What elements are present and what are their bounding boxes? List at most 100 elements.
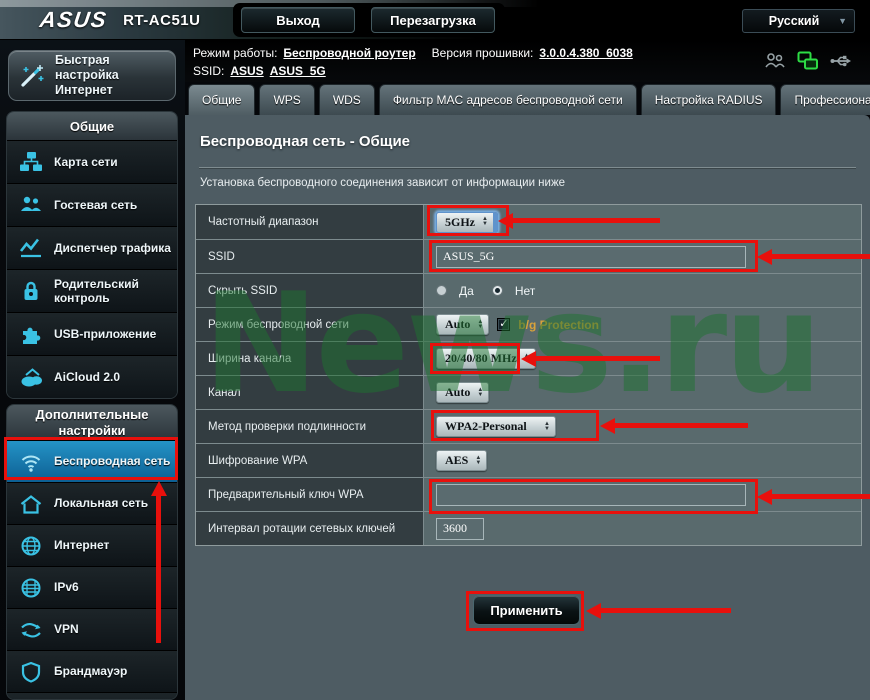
sidebar-item-partial xyxy=(7,692,177,700)
sidebar: Быстрая настройка Интернет Общие Карта с… xyxy=(0,40,185,700)
table-row: Ширина канала 20/40/80 MHz xyxy=(196,341,861,375)
sidebar-item-label: Диспетчер трафика xyxy=(54,241,171,255)
ssid-input[interactable] xyxy=(436,246,746,268)
ssid-24g-link[interactable]: ASUS xyxy=(230,64,263,78)
field-label: Канал xyxy=(196,376,424,409)
sidebar-item-label: Беспроводная сеть xyxy=(54,454,170,468)
clients-icon[interactable] xyxy=(764,51,786,71)
select-value: Auto xyxy=(445,385,470,400)
firmware-label: Версия прошивки: xyxy=(432,46,534,60)
sidebar-item-vpn[interactable]: VPN xyxy=(7,608,177,650)
content-panel: Беспроводная сеть - Общие Установка бесп… xyxy=(185,115,870,700)
spinner-icon xyxy=(477,320,483,330)
select-value: AES xyxy=(445,453,468,468)
apply-button[interactable]: Применить xyxy=(473,595,580,625)
sidebar-item-wireless[interactable]: Беспроводная сеть xyxy=(7,440,177,482)
sidebar-item-lan[interactable]: Локальная сеть xyxy=(7,482,177,524)
lan-status-icon[interactable] xyxy=(797,51,819,71)
ssid-5g-link[interactable]: ASUS_5G xyxy=(270,64,326,78)
sidebar-item-label: AiCloud 2.0 xyxy=(54,370,120,384)
field-label: Интервал ротации сетевых ключей xyxy=(196,512,424,545)
usb-status-icon[interactable] xyxy=(830,51,852,71)
select-value: 20/40/80 MHz xyxy=(445,351,517,366)
sidebar-item-label: Карта сети xyxy=(54,155,118,169)
tab-general[interactable]: Общие xyxy=(188,84,255,115)
table-row: Канал Auto xyxy=(196,375,861,409)
tab-bar: Общие WPS WDS Фильтр MAC адресов беспров… xyxy=(188,83,870,115)
magic-wand-icon xyxy=(17,63,47,89)
field-label: Шифрование WPA xyxy=(196,444,424,477)
tab-mac-filter[interactable]: Фильтр MAC адресов беспроводной сети xyxy=(379,84,637,115)
mode-label: Режим работы: xyxy=(193,46,277,60)
spinner-icon xyxy=(477,388,483,398)
sidebar-item-wan[interactable]: Интернет xyxy=(7,524,177,566)
reboot-button[interactable]: Перезагрузка xyxy=(371,7,495,33)
divider xyxy=(199,167,856,168)
sidebar-item-network-map[interactable]: Карта сети xyxy=(7,140,177,183)
spinner-icon xyxy=(544,422,550,432)
wireless-mode-select[interactable]: Auto xyxy=(436,314,489,335)
sidebar-section-advanced: Дополнительные настройки Беспроводная се… xyxy=(6,404,178,700)
sidebar-item-aicloud[interactable]: AiCloud 2.0 xyxy=(7,355,177,398)
channel-bandwidth-select[interactable]: 20/40/80 MHz xyxy=(436,348,536,369)
select-value: 5GHz xyxy=(445,215,475,230)
sidebar-item-firewall[interactable]: Брандмауэр xyxy=(7,650,177,692)
sidebar-item-ipv6[interactable]: IPv6 xyxy=(7,566,177,608)
sidebar-item-guest-network[interactable]: Гостевая сеть xyxy=(7,183,177,226)
network-map-icon xyxy=(16,151,46,173)
puzzle-icon xyxy=(16,323,46,345)
wpa-encryption-select[interactable]: AES xyxy=(436,450,487,471)
sidebar-item-usb-application[interactable]: USB-приложение xyxy=(7,312,177,355)
sidebar-item-label: Локальная сеть xyxy=(54,496,148,510)
quick-setup-button[interactable]: Быстрая настройка Интернет xyxy=(8,50,176,101)
lock-icon xyxy=(16,280,46,302)
field-label: Скрыть SSID xyxy=(196,274,424,307)
spinner-icon xyxy=(482,217,488,227)
table-row: SSID xyxy=(196,239,861,273)
sidebar-item-parental-control[interactable]: Родительский контроль xyxy=(7,269,177,312)
asus-logo: ASUS xyxy=(38,7,109,33)
firmware-version-link[interactable]: 3.0.0.4.380_6038 xyxy=(539,46,632,60)
tab-wds[interactable]: WDS xyxy=(319,84,375,115)
model-name: RT-AC51U xyxy=(123,12,200,29)
hide-ssid-no-radio[interactable] xyxy=(492,285,503,296)
frequency-band-select[interactable]: 5GHz xyxy=(436,212,498,233)
field-label: Частотный диапазон xyxy=(196,205,424,239)
language-label: Русский xyxy=(750,14,838,28)
router-admin-page: ASUS RT-AC51U Выход Перезагрузка Русский… xyxy=(0,0,870,700)
operation-mode-link[interactable]: Беспроводной роутер xyxy=(283,46,415,60)
home-icon xyxy=(16,493,46,515)
shield-icon xyxy=(16,661,46,683)
wpa-key-input[interactable] xyxy=(436,484,746,506)
guest-network-icon xyxy=(16,194,46,216)
sidebar-item-label: VPN xyxy=(54,622,79,636)
table-row: Частотный диапазон 5GHz xyxy=(196,205,861,239)
tab-radius[interactable]: Настройка RADIUS xyxy=(641,84,777,115)
radio-label: Нет xyxy=(515,284,535,298)
auth-method-select[interactable]: WPA2-Personal xyxy=(436,416,556,437)
advanced-section-title: Дополнительные настройки xyxy=(7,405,177,440)
logout-button[interactable]: Выход xyxy=(241,7,355,33)
select-value: WPA2-Personal xyxy=(445,419,527,434)
sidebar-section-general: Общие Карта сети xyxy=(6,111,178,399)
field-label: Предварительный ключ WPA xyxy=(196,478,424,511)
vpn-arrows-icon xyxy=(16,619,46,641)
page-subtitle: Установка беспроводного соединения завис… xyxy=(200,177,565,189)
ssid-label: SSID: xyxy=(193,64,224,78)
chevron-down-icon: ▼ xyxy=(838,16,847,26)
table-row: Скрыть SSID Да Нет xyxy=(196,273,861,307)
field-label: Ширина канала xyxy=(196,342,424,375)
language-selector[interactable]: Русский ▼ xyxy=(742,9,855,33)
bg-protection-checkbox[interactable] xyxy=(497,318,510,331)
sidebar-item-label: Брандмауэр xyxy=(54,664,127,678)
quick-setup-label: Быстрая настройка Интернет xyxy=(55,53,167,98)
tab-wps[interactable]: WPS xyxy=(259,84,314,115)
tab-professional[interactable]: Профессионально xyxy=(780,84,870,115)
hide-ssid-yes-radio[interactable] xyxy=(436,285,447,296)
sidebar-item-traffic-manager[interactable]: Диспетчер трафика xyxy=(7,226,177,269)
channel-select[interactable]: Auto xyxy=(436,382,489,403)
field-label: Метод проверки подлинности xyxy=(196,410,424,443)
traffic-chart-icon xyxy=(16,237,46,259)
sidebar-item-label: USB-приложение xyxy=(54,327,156,341)
key-rotation-input[interactable] xyxy=(436,518,484,540)
